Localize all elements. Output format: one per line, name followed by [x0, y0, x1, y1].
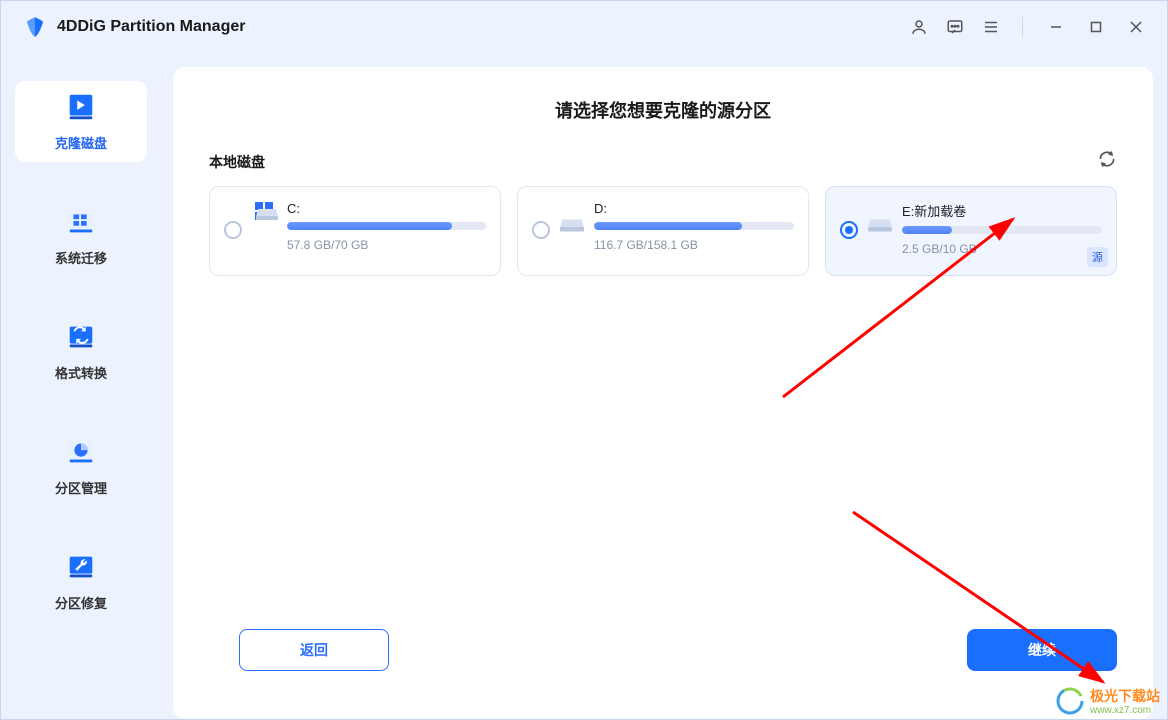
- sidebar-item-format-convert[interactable]: 格式转换: [15, 311, 147, 392]
- section-label: 本地磁盘: [209, 152, 265, 172]
- footer: 返回 继续: [209, 629, 1117, 699]
- main-panel: 请选择您想要克隆的源分区 本地磁盘 C: 57.8 GB/70 GB: [173, 67, 1153, 719]
- section-header: 本地磁盘: [209, 149, 1117, 174]
- menu-icon[interactable]: [980, 16, 1002, 38]
- sidebar-item-label: 分区修复: [55, 593, 107, 612]
- title-bar: 4DDiG Partition Manager: [1, 1, 1167, 53]
- partition-repair-icon: [65, 551, 97, 583]
- sidebar-item-label: 系统迁移: [55, 248, 107, 267]
- usage-bar: [287, 222, 486, 230]
- usage-fill: [594, 222, 742, 230]
- sidebar-item-label: 格式转换: [55, 363, 107, 382]
- maximize-button[interactable]: [1083, 14, 1109, 40]
- drive-info: C: 57.8 GB/70 GB: [287, 201, 486, 252]
- radio-unchecked[interactable]: [224, 221, 242, 239]
- format-convert-icon: [65, 321, 97, 353]
- radio-unchecked[interactable]: [532, 221, 550, 239]
- sidebar-item-label: 分区管理: [55, 478, 107, 497]
- drive-letter: D:: [594, 201, 794, 216]
- minimize-button[interactable]: [1043, 14, 1069, 40]
- drive-size: 116.7 GB/158.1 GB: [594, 238, 794, 252]
- sidebar-item-label: 克隆磁盘: [55, 133, 107, 152]
- separator: [1022, 17, 1023, 37]
- hdd-icon: [256, 207, 278, 221]
- disk-list: C: 57.8 GB/70 GB D: 116.7 GB/158.1 GB: [209, 186, 1117, 276]
- clone-disk-icon: [65, 91, 97, 123]
- drive-info: E:新加载卷 2.5 GB/10 GB: [902, 201, 1102, 256]
- sidebar-item-partition-manage[interactable]: 分区管理: [15, 426, 147, 507]
- close-button[interactable]: [1123, 14, 1149, 40]
- sidebar: 克隆磁盘 系统迁移 格式转换 分区管理: [1, 67, 161, 719]
- disk-card-c[interactable]: C: 57.8 GB/70 GB: [209, 186, 501, 276]
- disk-card-d[interactable]: D: 116.7 GB/158.1 GB: [517, 186, 809, 276]
- page-title: 请选择您想要克隆的源分区: [209, 97, 1117, 123]
- usage-bar: [902, 226, 1102, 234]
- refresh-button[interactable]: [1097, 149, 1117, 174]
- feedback-icon[interactable]: [944, 16, 966, 38]
- usage-fill: [287, 222, 452, 230]
- partition-manage-icon: [65, 436, 97, 468]
- system-migrate-icon: [65, 206, 97, 238]
- drive-size: 2.5 GB/10 GB: [902, 242, 1102, 256]
- usage-fill: [902, 226, 952, 234]
- disk-card-e[interactable]: E:新加载卷 2.5 GB/10 GB 源: [825, 186, 1117, 276]
- drive-info: D: 116.7 GB/158.1 GB: [594, 201, 794, 252]
- body-area: 克隆磁盘 系统迁移 格式转换 分区管理: [1, 53, 1167, 719]
- source-badge: 源: [1087, 247, 1108, 267]
- app-title: 4DDiG Partition Manager: [57, 18, 908, 36]
- drive-letter: E:新加载卷: [902, 201, 1102, 220]
- drive-size: 57.8 GB/70 GB: [287, 238, 486, 252]
- hdd-icon: [868, 217, 892, 233]
- drive-letter: C:: [287, 201, 486, 216]
- user-icon[interactable]: [908, 16, 930, 38]
- app-window: 4DDiG Partition Manager: [0, 0, 1168, 720]
- usage-bar: [594, 222, 794, 230]
- continue-button[interactable]: 继续: [967, 629, 1117, 671]
- sidebar-item-partition-repair[interactable]: 分区修复: [15, 541, 147, 622]
- sidebar-item-clone-disk[interactable]: 克隆磁盘: [15, 81, 147, 162]
- hdd-icon: [560, 217, 584, 233]
- sidebar-item-system-migrate[interactable]: 系统迁移: [15, 196, 147, 277]
- app-logo-icon: [23, 15, 47, 39]
- back-button[interactable]: 返回: [239, 629, 389, 671]
- radio-checked[interactable]: [840, 221, 858, 239]
- title-actions: [908, 14, 1149, 40]
